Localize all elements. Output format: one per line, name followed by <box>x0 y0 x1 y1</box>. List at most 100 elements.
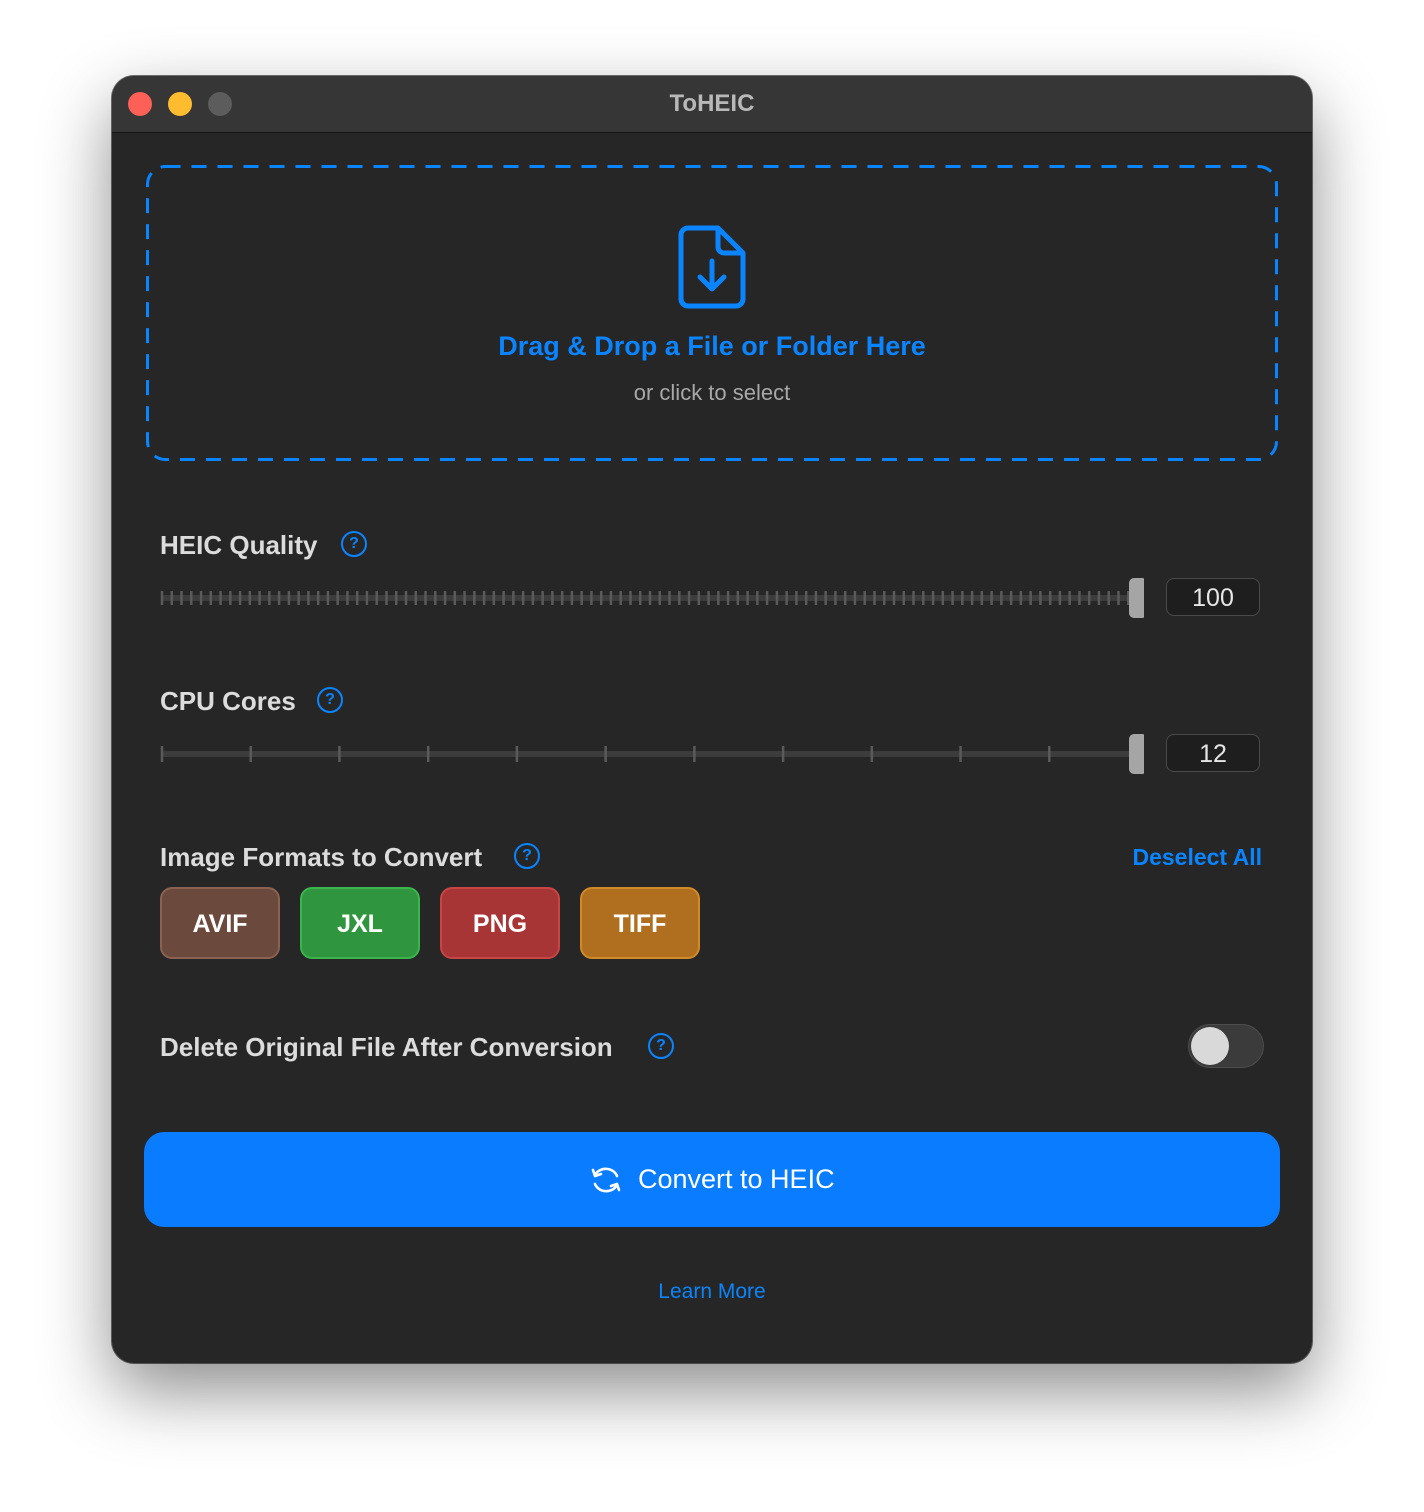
slider-tick <box>717 591 720 605</box>
quality-value-field[interactable]: 100 <box>1166 578 1260 616</box>
app-window: ToHEIC Drag & Drop a File or Folder Here… <box>112 76 1312 1363</box>
drop-zone[interactable]: Drag & Drop a File or Folder Here or cli… <box>146 165 1278 461</box>
delete-original-help-icon[interactable]: ? <box>648 1033 674 1059</box>
slider-tick <box>687 591 691 605</box>
slider-tick <box>697 591 701 605</box>
slider-tick <box>990 591 993 605</box>
slider-tick <box>629 591 632 605</box>
window-title: ToHEIC <box>669 90 755 117</box>
quality-slider[interactable] <box>160 578 1144 618</box>
slider-tick <box>160 591 164 605</box>
slider-tick <box>746 591 749 605</box>
title-bar: ToHEIC <box>112 76 1312 133</box>
slider-tick <box>394 591 398 605</box>
cpu-cores-value-field[interactable]: 12 <box>1166 734 1260 772</box>
learn-more-link[interactable]: Learn More <box>112 1280 1312 1304</box>
quality-label: HEIC Quality <box>160 530 318 560</box>
slider-tick <box>882 591 886 605</box>
slider-tick <box>346 591 349 605</box>
document-download-icon <box>678 225 746 309</box>
format-chip-avif[interactable]: AVIF <box>160 887 280 959</box>
slider-tick <box>434 591 437 605</box>
slider-tick <box>453 591 457 605</box>
drop-zone-title: Drag & Drop a File or Folder Here <box>498 331 926 361</box>
drop-zone-subtitle: or click to select <box>633 380 791 405</box>
slider-tick <box>307 591 310 605</box>
slider-tick <box>756 591 759 605</box>
slider-tick <box>238 591 242 605</box>
slider-tick <box>580 591 583 605</box>
slider-tick <box>287 591 291 605</box>
slider-tick <box>355 591 359 605</box>
slider-tick <box>338 746 341 762</box>
slider-tick <box>268 591 271 605</box>
slider-tick <box>619 591 622 605</box>
cpu-cores-label: CPU Cores <box>160 686 296 716</box>
slider-tick <box>951 591 954 605</box>
format-chip-png[interactable]: PNG <box>440 887 560 959</box>
slider-tick <box>961 591 964 605</box>
slider-thumb[interactable] <box>1129 578 1144 618</box>
slider-tick <box>678 591 681 605</box>
cpu-cores-help-icon[interactable]: ? <box>317 687 343 713</box>
deselect-all-button[interactable]: Deselect All <box>1132 844 1262 871</box>
slider-tick <box>515 746 519 762</box>
slider-tick <box>1000 591 1003 605</box>
slider-tick <box>219 591 222 605</box>
convert-button[interactable]: Convert to HEIC <box>144 1132 1280 1227</box>
format-chip-tiff[interactable]: TIFF <box>580 887 700 959</box>
slider-tick <box>1048 746 1051 762</box>
slider-tick <box>404 591 408 605</box>
slider-tick <box>873 591 876 605</box>
refresh-icon <box>591 1167 621 1193</box>
slider-thumb[interactable] <box>1129 734 1144 774</box>
slider-tick <box>765 591 769 605</box>
format-chip-jxl[interactable]: JXL <box>300 887 420 959</box>
formats-help-icon[interactable]: ? <box>514 843 540 869</box>
slider-tick <box>1019 591 1023 605</box>
slider-tick <box>248 591 252 605</box>
slider-tick <box>870 746 874 762</box>
slider-tick <box>658 591 662 605</box>
slider-tick <box>199 591 203 605</box>
slider-tick <box>693 746 696 762</box>
quality-help-icon[interactable]: ? <box>341 531 367 557</box>
slider-tick <box>902 591 906 605</box>
slider-tick <box>941 591 945 605</box>
slider-tick <box>843 591 847 605</box>
slider-tick <box>570 591 574 605</box>
slider-tick <box>277 591 281 605</box>
slider-tick <box>463 591 466 605</box>
slider-tick <box>863 591 866 605</box>
slider-tick <box>970 591 974 605</box>
slider-tick <box>892 591 896 605</box>
slider-tick <box>385 591 388 605</box>
slider-tick <box>541 591 544 605</box>
slider-tick <box>190 591 193 605</box>
slider-tick <box>560 591 564 605</box>
slider-tick <box>959 746 962 762</box>
convert-button-label: Convert to HEIC <box>638 1164 835 1194</box>
slider-tick <box>414 591 418 605</box>
cpu-cores-slider[interactable] <box>160 734 1144 774</box>
slider-tick <box>336 591 339 605</box>
slider-tick <box>209 591 213 605</box>
slider-tick <box>922 591 925 605</box>
slider-tick <box>668 591 671 605</box>
slider-tick <box>1078 591 1081 605</box>
toggle-knob <box>1191 1027 1229 1065</box>
slider-tick <box>1117 591 1120 605</box>
slider-tick <box>531 591 535 605</box>
slider-tick <box>609 591 613 605</box>
slider-tick <box>853 591 857 605</box>
slider-tick <box>365 591 369 605</box>
delete-original-toggle[interactable] <box>1188 1024 1264 1068</box>
slider-tick <box>726 591 730 605</box>
slider-tick <box>1097 591 1101 605</box>
slider-tick <box>1009 591 1013 605</box>
slider-tick <box>599 591 603 605</box>
slider-tick <box>707 591 710 605</box>
slider-tick <box>551 591 554 605</box>
slider-tick <box>180 591 183 605</box>
slider-tick <box>590 591 593 605</box>
